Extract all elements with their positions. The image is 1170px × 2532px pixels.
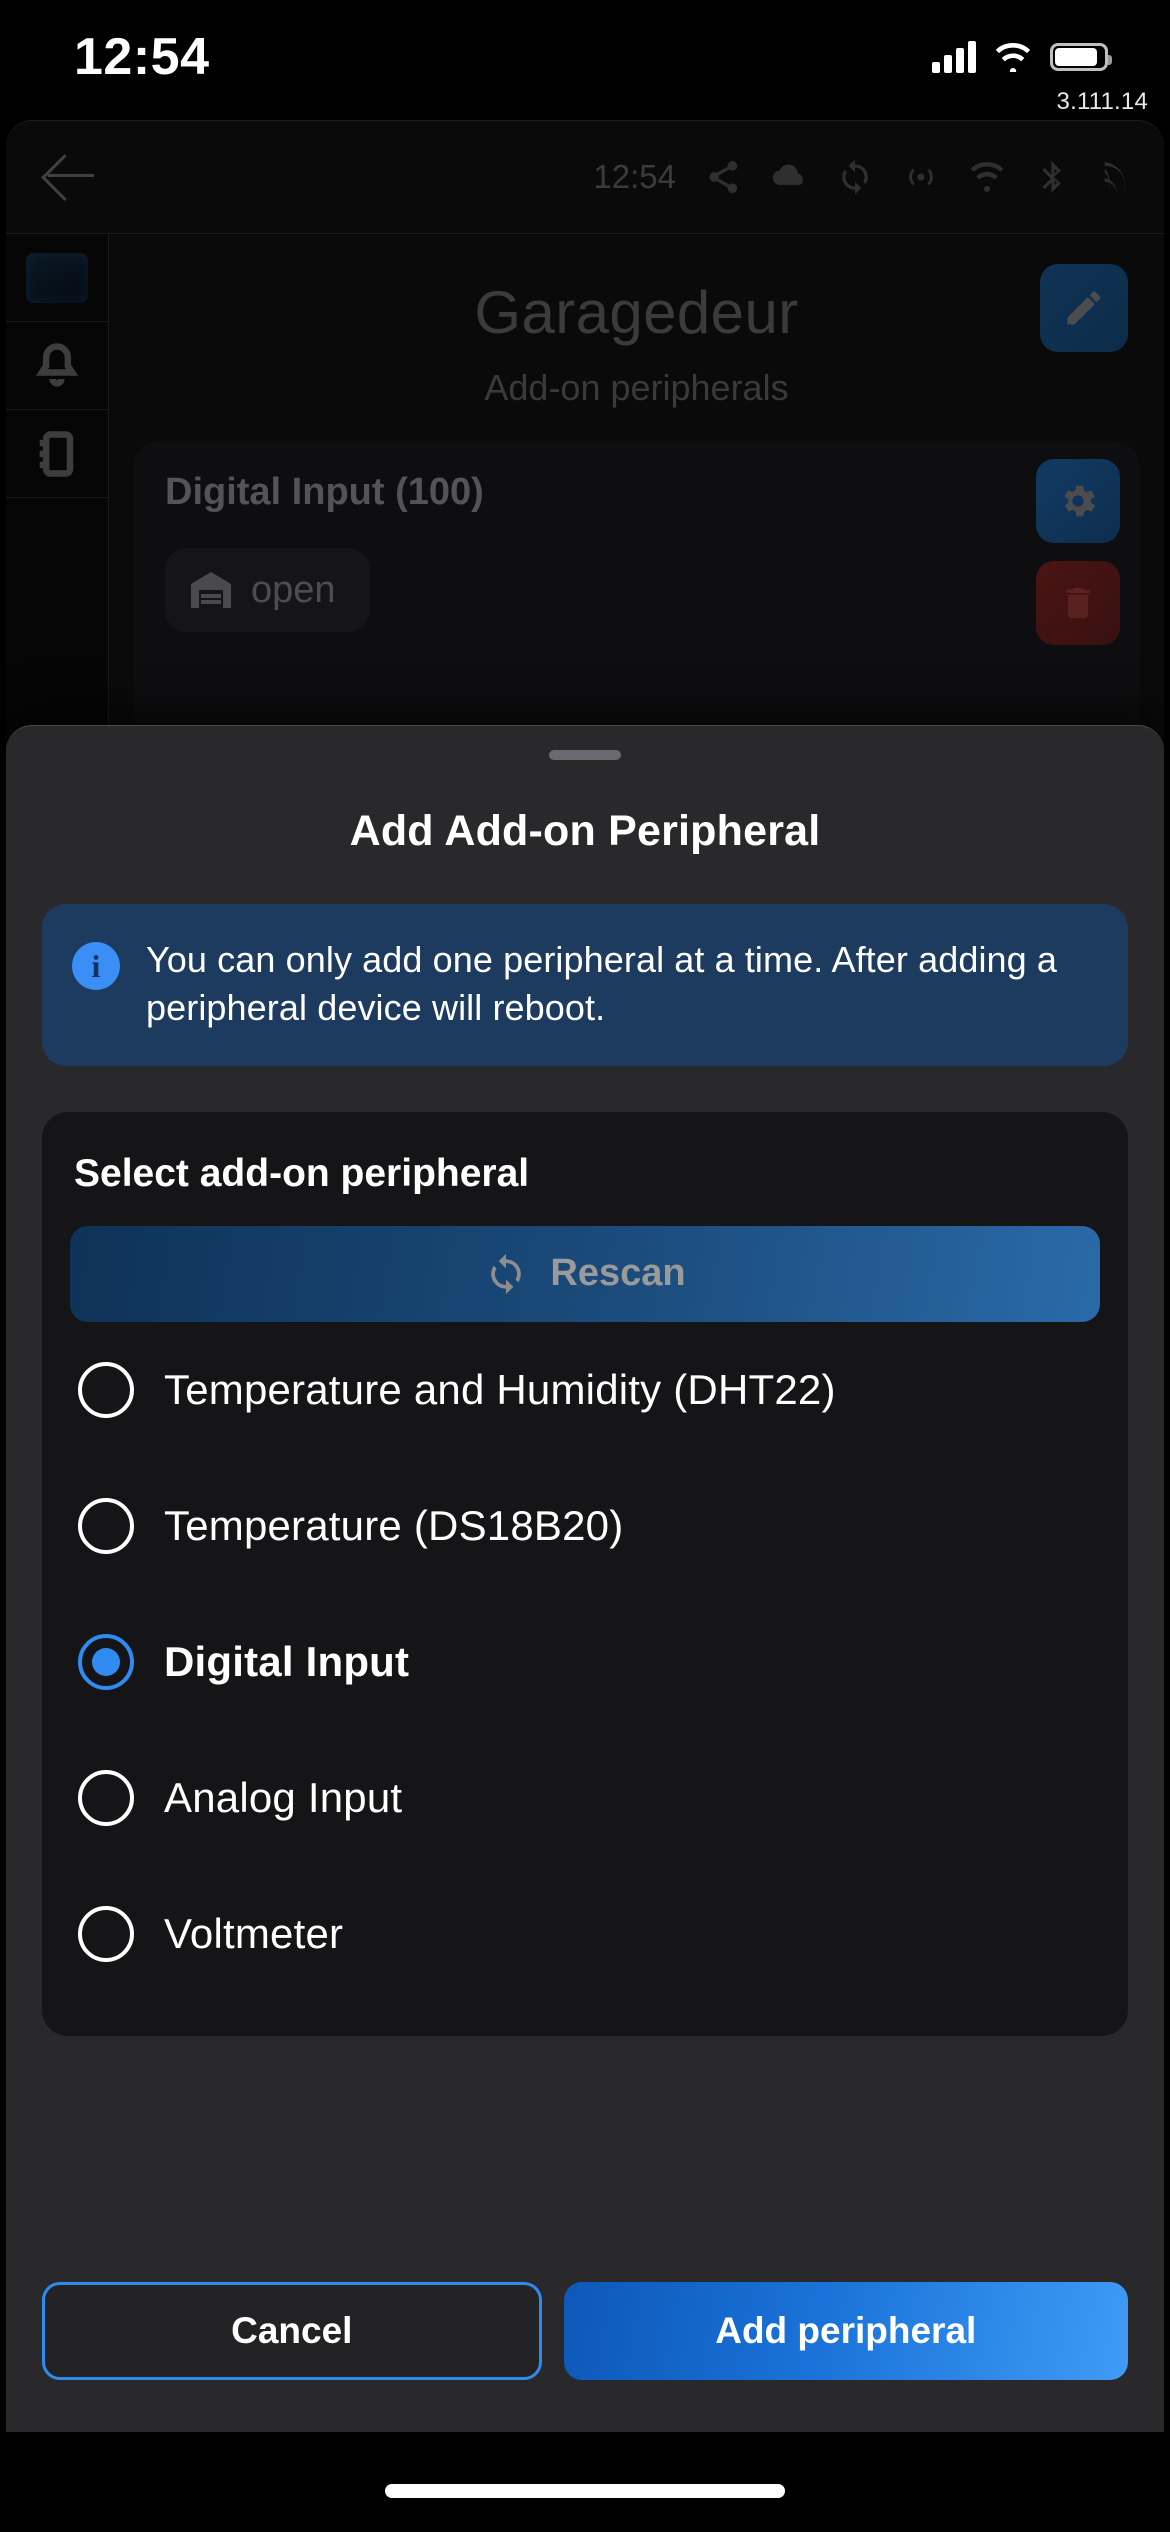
selector-heading: Select add-on peripheral [74,1151,530,1195]
rescan-button-label: Rescan [550,1252,686,1295]
add-peripheral-sheet: Add Add-on Peripheral i You can only add… [6,725,1164,2432]
rescan-button[interactable]: Rescan [70,1225,1100,1322]
sheet-actions: Cancel Add peripheral [6,2282,1164,2380]
status-bar: 12:54 [0,0,1170,100]
sheet-title: Add Add-on Peripheral [349,807,821,855]
wifi-icon [970,162,1004,192]
info-banner: i You can only add one peripheral at a t… [42,904,1128,1066]
signal-bars-icon [932,41,976,73]
option-row-voltmeter[interactable]: Voltmeter [70,1866,1100,2002]
drag-handle[interactable] [549,750,621,760]
radio-ds18b20[interactable] [78,1497,134,1554]
phone-screen: 12:54 3.111.14 12:54 Garagedeur Add-on p… [0,0,1170,2532]
trash-icon [1066,588,1090,618]
battery-icon [1050,43,1112,71]
option-row-dht22[interactable]: Temperature and Humidity (DHT22) [70,1322,1100,1458]
refresh-icon [491,1253,522,1294]
radio-digital-input[interactable] [78,1633,134,1690]
option-label: Analog Input [164,1773,403,1821]
shelly-device-image [6,234,108,322]
peripheral-selector-card: Select add-on peripheral Rescan Temperat… [42,1111,1128,2036]
pencil-icon [1067,291,1101,325]
info-banner-text: You can only add one peripheral at a tim… [146,939,1058,1028]
radio-dht22[interactable] [78,1361,134,1418]
page-subtitle: Add-on peripherals [484,367,789,408]
cloud-icon [772,164,803,185]
garage-door-icon [191,572,231,608]
info-icon: i [72,942,120,990]
share-icon [709,161,738,193]
broadcast-icon [909,168,933,186]
peripheral-settings-button[interactable] [1036,459,1120,543]
sidebar-item-notifications[interactable] [6,322,108,410]
add-peripheral-button[interactable]: Add peripheral [563,2282,1128,2380]
option-label: Digital Input [164,1637,410,1685]
cancel-button[interactable]: Cancel [42,2282,542,2380]
peripheral-state: open [165,548,370,632]
back-arrow-icon[interactable] [40,146,102,208]
signal-icon [1104,162,1126,192]
option-row-ds18b20[interactable]: Temperature (DS18B20) [70,1458,1100,1594]
peripheral-card[interactable]: Digital Input (100) open [133,441,1140,741]
radio-analog-input[interactable] [78,1769,134,1826]
peripheral-delete-button[interactable] [1036,561,1120,645]
option-label: Temperature (DS18B20) [164,1501,624,1549]
app-status-icons: 12:54 [593,158,1138,196]
edit-device-button[interactable] [1040,264,1128,352]
bell-icon [35,342,79,387]
radio-voltmeter[interactable] [78,1905,134,1962]
option-row-digital-input[interactable]: Digital Input [70,1594,1100,1730]
device-board-icon [39,430,74,477]
app-version-label: 3.111.14 [1056,88,1148,115]
option-row-analog-input[interactable]: Analog Input [70,1730,1100,1866]
sidebar-item-peripherals[interactable] [6,410,108,498]
sync-icon [842,159,868,195]
option-label: Voltmeter [164,1909,344,1957]
option-label: Temperature and Humidity (DHT22) [164,1365,836,1413]
status-bar-indicators [932,41,1112,73]
app-top-time: 12:54 [593,158,676,195]
wifi-icon [995,42,1031,72]
bluetooth-icon [1042,161,1061,193]
peripheral-card-title: Digital Input (100) [165,471,484,513]
app-top-bar: 12:54 [6,121,1164,233]
peripheral-state-label: open [251,568,336,611]
gear-icon [1064,485,1095,517]
home-indicator [385,2484,785,2498]
page-title: Garagedeur [474,279,799,346]
status-bar-time: 12:54 [74,28,210,86]
